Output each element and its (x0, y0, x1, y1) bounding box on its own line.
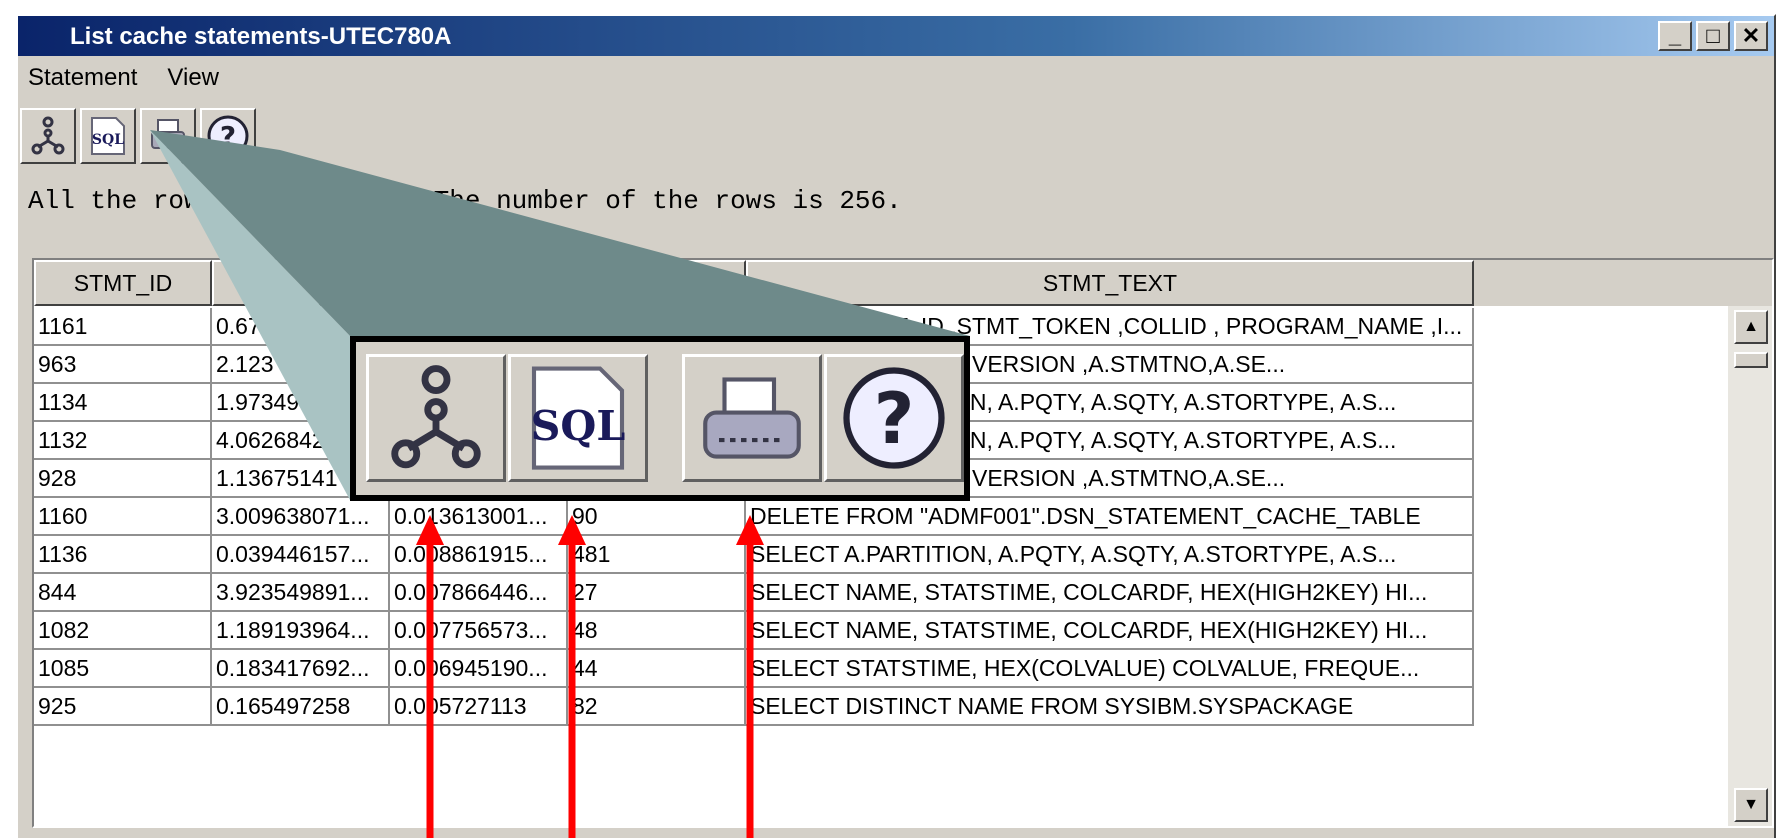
zoomed-explain-button (366, 354, 506, 482)
column-header-3[interactable] (390, 260, 568, 306)
print-button[interactable] (140, 108, 196, 164)
scroll-down-button[interactable]: ▼ (1734, 788, 1768, 822)
cell-stmt-id: 1134 (34, 384, 212, 422)
zoomed-toolbar-callout: SQL ? (350, 336, 970, 501)
zoomed-sql-icon-label: SQL (531, 401, 626, 450)
cell-stmt-id: 1082 (34, 612, 212, 650)
table-cell: 0.005727113 (390, 688, 568, 726)
table-cell: 90 (568, 498, 746, 536)
table-cell: 0.008861915... (390, 536, 568, 574)
window-controls: _ □ ✕ (1658, 21, 1768, 51)
table-cell: 3.923549891... (212, 574, 390, 612)
cell-stmt-text: DELETE FROM "ADMF001".DSN_STATEMENT_CACH… (746, 498, 1474, 536)
table-row[interactable]: 1136 0.039446157... 0.008861915... 481 SELEC… (34, 536, 1714, 574)
cell-stmt-id: 1161 (34, 308, 212, 346)
table-row[interactable]: 1160 3.009638071... 0.013613001... 90 DELETE… (34, 498, 1714, 536)
window-title: List cache statements-UTEC780A (70, 23, 452, 50)
scroll-thumb[interactable] (1734, 352, 1768, 368)
sql-button[interactable]: SQL (80, 108, 136, 164)
table-cell: 0.006945190... (390, 650, 568, 688)
explain-button[interactable] (20, 108, 76, 164)
sql-icon: SQL (91, 117, 125, 155)
zoomed-print-button (682, 354, 822, 482)
zoomed-help-button: ? (824, 354, 964, 482)
column-header-2[interactable] (212, 260, 390, 306)
close-button[interactable]: ✕ (1734, 21, 1768, 51)
table-cell: 481 (568, 536, 746, 574)
table-row[interactable]: 925 0.165497258 0.005727113 82 SELECT DISTIN… (34, 688, 1714, 726)
cell-stmt-id: 963 (34, 346, 212, 384)
table-row[interactable]: 1085 0.183417692... 0.006945190... 44 SELECT… (34, 650, 1714, 688)
help-button[interactable]: ? (200, 108, 256, 164)
minimize-button[interactable]: _ (1658, 21, 1692, 51)
menu-bar: Statement View (28, 64, 219, 92)
table-cell: 3.009638071... (212, 498, 390, 536)
table-cell: 0.183417692... (212, 650, 390, 688)
cell-stmt-text: SELECT A.PARTITION, A.PQTY, A.SQTY, A.ST… (746, 536, 1474, 574)
table-cell: 0.165497258 (212, 688, 390, 726)
toolbar: SQL ? (20, 108, 256, 164)
table-cell: 0.007756573... (390, 612, 568, 650)
zoomed-help-icon-label: ? (874, 378, 915, 460)
menu-view[interactable]: View (167, 64, 219, 92)
column-header-stmt-text[interactable]: STMT_TEXT (746, 260, 1474, 306)
cell-stmt-text: SELECT NAME, STATSTIME, COLCARDF, HEX(HI… (746, 612, 1474, 650)
cell-stmt-text: SELECT STATSTIME, HEX(COLVALUE) COLVALUE… (746, 650, 1474, 688)
cell-stmt-id: 1085 (34, 650, 212, 688)
explain-icon (391, 365, 481, 469)
table-cell: 1.189193964... (212, 612, 390, 650)
table-cell: 0.007866446... (390, 574, 568, 612)
table-row[interactable]: 844 3.923549891... 0.007866446... 27 SELECT … (34, 574, 1714, 612)
table-cell: 27 (568, 574, 746, 612)
table-cell: 0.039446157... (212, 536, 390, 574)
help-icon: ? (207, 115, 249, 157)
sql-icon-label: SQL (92, 132, 124, 148)
status-message: All the rows are fetched. The number of … (28, 186, 902, 216)
cell-stmt-text: SELECT DISTINCT NAME FROM SYSIBM.SYSPACK… (746, 688, 1474, 726)
print-icon (703, 377, 801, 459)
scroll-up-button[interactable]: ▲ (1734, 310, 1768, 344)
table-cell: 48 (568, 612, 746, 650)
vertical-scrollbar[interactable]: ▲ ▼ (1728, 306, 1772, 826)
help-icon-label: ? (220, 120, 236, 153)
maximize-button[interactable]: □ (1696, 21, 1730, 51)
column-header-stmt-id[interactable]: STMT_ID (34, 260, 212, 306)
cell-stmt-id: 928 (34, 460, 212, 498)
sql-icon: SQL (531, 366, 626, 470)
menu-statement[interactable]: Statement (28, 64, 137, 92)
table-cell: 82 (568, 688, 746, 726)
cell-stmt-text: SELECT NAME, STATSTIME, COLCARDF, HEX(HI… (746, 574, 1474, 612)
title-bar[interactable]: List cache statements-UTEC780A _ □ ✕ (18, 16, 1774, 56)
table-header: STMT_ID STMT_TEXT (34, 260, 1772, 306)
cell-stmt-id: 1132 (34, 422, 212, 460)
cell-stmt-id: 844 (34, 574, 212, 612)
table-cell: 0.013613001... (390, 498, 568, 536)
explain-icon (31, 116, 65, 155)
help-icon: ? (843, 367, 945, 469)
print-icon (151, 119, 185, 149)
column-header-4[interactable] (568, 260, 746, 306)
table-row[interactable]: 1082 1.189193964... 0.007756573... 48 SELECT… (34, 612, 1714, 650)
zoomed-sql-button: SQL (508, 354, 648, 482)
table-cell: 44 (568, 650, 746, 688)
cell-stmt-id: 1136 (34, 536, 212, 574)
cell-stmt-id: 925 (34, 688, 212, 726)
cell-stmt-id: 1160 (34, 498, 212, 536)
